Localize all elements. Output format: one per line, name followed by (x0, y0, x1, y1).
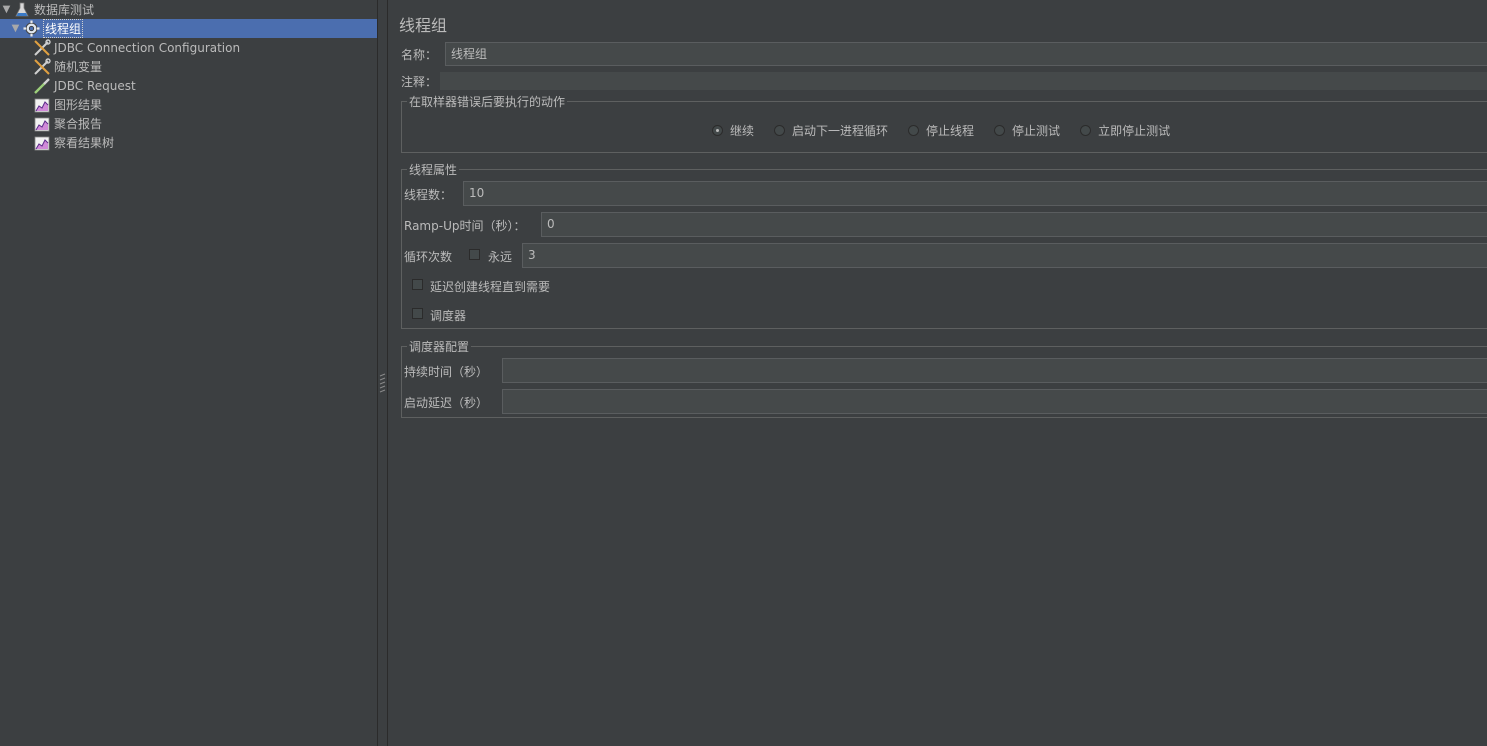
startup-delay-label: 启动延迟（秒） (404, 396, 489, 410)
radio-stop-thread[interactable]: 停止线程 (908, 122, 974, 139)
testplan-flask-icon (13, 1, 31, 19)
tree-item-view-results-tree[interactable]: 察看结果树 (0, 133, 410, 152)
chart-listener-icon (33, 96, 51, 114)
loop-count-label: 循环次数 (404, 250, 453, 264)
forever-checkbox[interactable] (469, 249, 480, 260)
forever-label: 永远 (488, 250, 513, 264)
tree-item-label: 聚合报告 (54, 117, 103, 131)
delay-thread-creation-label: 延迟创建线程直到需要 (430, 280, 551, 294)
loop-count-field[interactable]: 3 (522, 243, 1487, 268)
test-plan-tree: ▼ 数据库测试 ▼ 线程组 JDBC Connection Configurat… (0, 0, 378, 746)
tree-item-label: 随机变量 (54, 60, 103, 74)
rampup-field[interactable]: 0 (541, 212, 1487, 237)
thread-group-panel: 线程组 名称： 线程组 注释： 在取样器错误后要执行的动作 继续 启动下一进程循… (388, 0, 1487, 746)
thread-properties-legend: 线程属性 (407, 161, 460, 178)
wrench-icon (33, 38, 51, 57)
startup-delay-field[interactable] (502, 389, 1487, 414)
tree-item-label: 数据库测试 (34, 3, 95, 17)
radio-label: 停止测试 (1012, 124, 1061, 138)
name-field[interactable]: 线程组 (445, 42, 1487, 66)
radio-label: 立即停止测试 (1098, 124, 1171, 138)
radio-start-next-loop[interactable]: 启动下一进程循环 (774, 122, 888, 139)
duration-field[interactable] (502, 358, 1487, 383)
radio-stop-test-now[interactable]: 立即停止测试 (1080, 122, 1170, 139)
radio-dot[interactable] (774, 125, 786, 136)
duration-label: 持续时间（秒） (404, 365, 489, 379)
scheduler-checkbox[interactable] (412, 308, 423, 319)
delay-thread-creation-checkbox[interactable] (412, 279, 423, 290)
rampup-label: Ramp-Up时间（秒）： (404, 219, 526, 233)
pipette-sampler-icon (33, 77, 51, 95)
tree-item-label: JDBC Connection Configuration (54, 40, 241, 55)
radio-dot[interactable] (712, 125, 723, 136)
tree-item-label: 察看结果树 (54, 136, 115, 150)
threads-label: 线程数： (404, 188, 453, 202)
tree-item-graph-results[interactable]: 图形结果 (0, 95, 410, 114)
tree-item-jdbc-request[interactable]: JDBC Request (0, 76, 410, 95)
name-label: 名称： (401, 48, 438, 62)
radio-continue[interactable]: 继续 (712, 122, 754, 139)
page-title: 线程组 (399, 16, 448, 35)
tree-item-label: JDBC Request (54, 78, 136, 93)
tree-item-label: 图形结果 (54, 98, 103, 112)
chart-listener-icon (33, 134, 51, 152)
comment-field[interactable] (440, 72, 1487, 90)
splitter-grip-icon (379, 373, 386, 393)
radio-dot[interactable] (908, 125, 920, 136)
tree-item-test-plan[interactable]: ▼ 数据库测试 (0, 0, 377, 19)
radio-label: 启动下一进程循环 (792, 124, 889, 138)
error-action-radios: 继续 启动下一进程循环 停止线程 停止测试 立即停止测试 (712, 122, 1190, 139)
comment-label: 注释： (401, 75, 438, 89)
threads-field[interactable]: 10 (463, 181, 1487, 206)
collapse-arrow-icon[interactable]: ▼ (0, 0, 13, 19)
tree-item-label: 线程组 (43, 19, 84, 38)
radio-label: 继续 (730, 124, 755, 138)
tree-item-random-variable[interactable]: 随机变量 (0, 57, 410, 76)
radio-label: 停止线程 (926, 124, 975, 138)
panel-splitter[interactable] (378, 0, 388, 746)
wrench-icon (33, 57, 51, 76)
scheduler-config-legend: 调度器配置 (407, 338, 472, 355)
jmeter-window: ▼ 数据库测试 ▼ 线程组 JDBC Connection Configurat… (0, 0, 1487, 746)
collapse-arrow-icon[interactable]: ▼ (9, 19, 22, 38)
scheduler-label: 调度器 (430, 309, 467, 323)
radio-dot[interactable] (994, 125, 1006, 136)
radio-stop-test[interactable]: 停止测试 (994, 122, 1060, 139)
gear-icon (22, 20, 40, 38)
radio-dot[interactable] (1080, 125, 1092, 136)
error-action-legend: 在取样器错误后要执行的动作 (407, 93, 568, 110)
chart-listener-icon (33, 115, 51, 133)
tree-item-thread-group[interactable]: ▼ 线程组 (0, 19, 377, 38)
tree-item-aggregate-report[interactable]: 聚合报告 (0, 114, 410, 133)
tree-item-jdbc-connection-config[interactable]: JDBC Connection Configuration (0, 38, 410, 57)
